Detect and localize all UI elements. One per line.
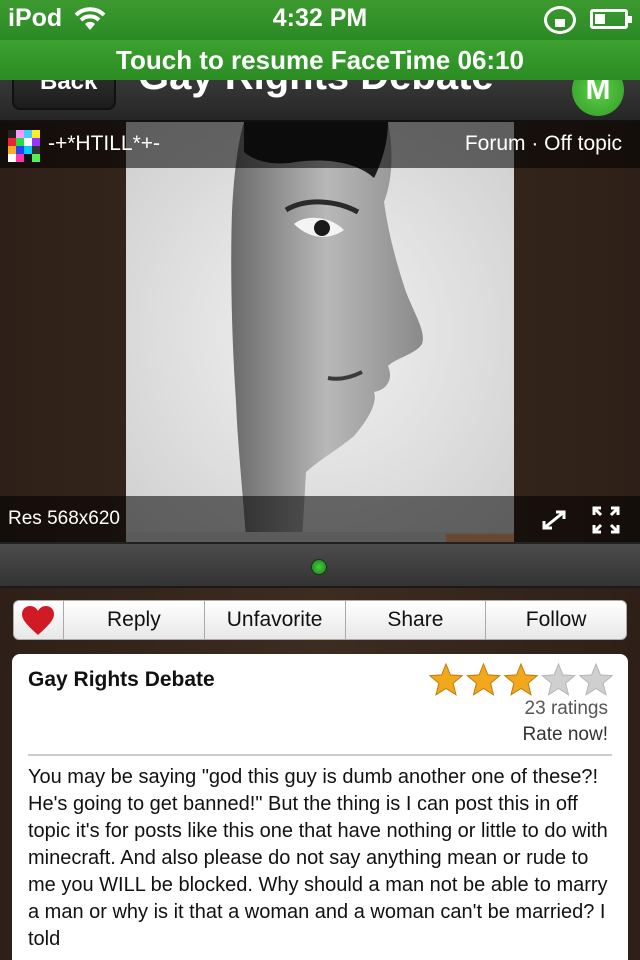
illusion-face-image: [126, 122, 514, 542]
breadcrumb[interactable]: Forum · Off topic: [465, 132, 622, 156]
star-filled-icon[interactable]: [428, 662, 464, 696]
page-indicator: [0, 542, 640, 588]
post-action-bar: Reply Unfavorite Share Follow: [13, 600, 627, 640]
post-body: You may be saying "god this guy is dumb …: [28, 766, 608, 950]
avatar[interactable]: [8, 130, 40, 162]
reply-button[interactable]: Reply: [64, 601, 205, 639]
star-empty-icon[interactable]: [541, 662, 576, 696]
status-bar: iPod 4:32 PM: [0, 0, 640, 40]
rate-now-link[interactable]: Rate now!: [522, 724, 608, 746]
rotation-lock-icon: [544, 6, 576, 34]
image-resolution: Res 568x620: [8, 508, 120, 529]
star-rating[interactable]: [428, 662, 614, 698]
page-dot-active[interactable]: [311, 559, 327, 575]
battery-icon: [590, 9, 632, 29]
author-username[interactable]: -+*HTILL*+-: [48, 132, 160, 156]
share-button[interactable]: Share: [346, 601, 487, 639]
image-footer-bar: Res 568x620: [0, 496, 640, 542]
star-filled-icon[interactable]: [503, 662, 539, 696]
image-header-bar: -+*HTILL*+- Forum · Off topic: [0, 122, 640, 168]
post-title: Gay Rights Debate: [28, 668, 215, 691]
expand-icon[interactable]: [540, 508, 568, 532]
unfavorite-button[interactable]: Unfavorite: [205, 601, 346, 639]
star-filled-icon[interactable]: [466, 662, 501, 696]
facetime-resume-banner[interactable]: Touch to resume FaceTime 06:10: [0, 40, 640, 80]
post-image[interactable]: [126, 122, 514, 542]
star-empty-icon[interactable]: [578, 662, 614, 696]
follow-button[interactable]: Follow: [486, 601, 626, 639]
ratings-count: 23 ratings: [524, 698, 608, 719]
favorite-button[interactable]: [14, 601, 64, 639]
fullscreen-icon[interactable]: [592, 506, 620, 534]
post-card: Gay Rights Debate 23 ratings Rate now! Y…: [12, 654, 628, 960]
heart-icon: [22, 606, 54, 635]
image-viewer[interactable]: -+*HTILL*+- Forum · Off topic Res 568x62…: [0, 122, 640, 542]
divider: [28, 754, 612, 756]
